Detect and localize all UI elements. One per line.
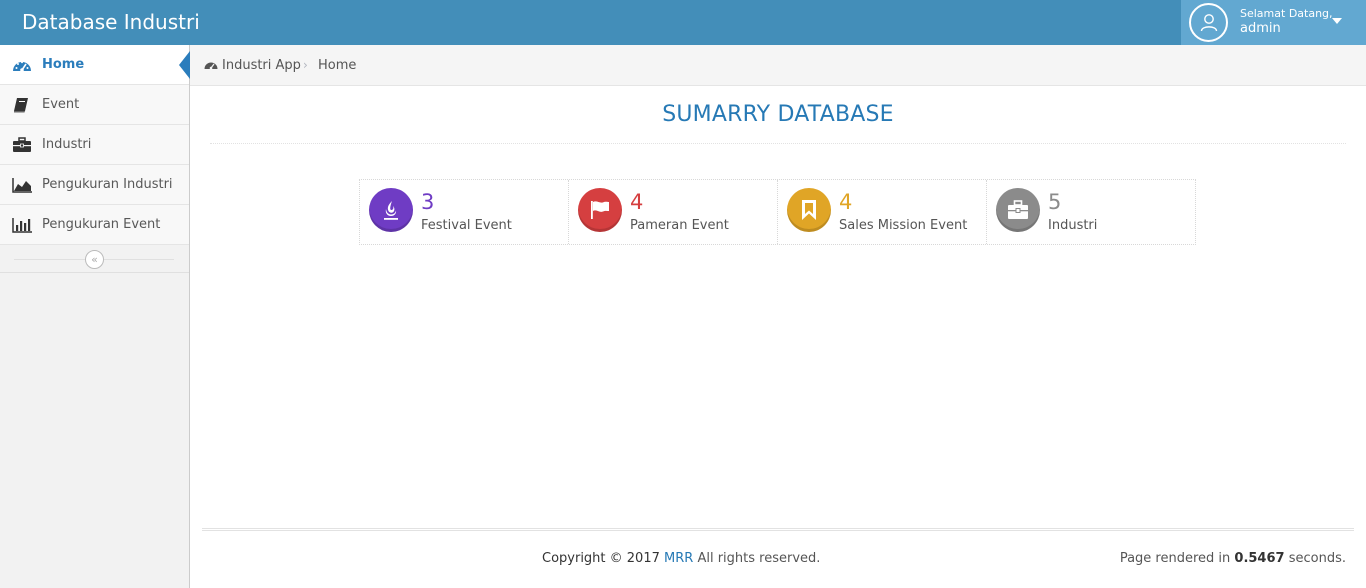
infobox-label: Industri [1048,218,1098,233]
sidebar-item-label: Home [42,57,85,72]
user-avatar-icon [1189,3,1228,42]
infobox-label: Festival Event [421,218,512,233]
infobox-festival-event: 3 Festival Event [360,180,569,244]
briefcase-icon [996,188,1040,232]
breadcrumb-current: Home [318,58,357,73]
sidebar-item-label: Pengukuran Industri [42,177,173,192]
page-title: SUMARRY DATABASE [662,102,894,127]
sidebar-item-label: Industri [42,137,92,152]
welcome-text: Selamat Datang, [1240,7,1333,20]
sidebar-item-pengukuran-event[interactable]: Pengukuran Event [0,205,189,245]
sidebar-item-event[interactable]: Event [0,85,189,125]
briefcase-icon [12,137,32,153]
render-time-value: 0.5467 [1234,551,1285,566]
dashboard-icon [12,57,32,73]
footer-divider [202,528,1354,531]
sidebar: Home Event Industri Pengukuran Industri … [0,45,190,588]
user-menu[interactable]: Selamat Datang, admin [1181,0,1366,45]
render-time-prefix: Page rendered in [1119,551,1231,566]
book-icon [12,97,32,113]
sidebar-item-industri[interactable]: Industri [0,125,189,165]
sidebar-item-home[interactable]: Home [0,45,190,85]
caret-down-icon[interactable] [1332,18,1342,24]
copyright-brand-link[interactable]: MRR [664,551,693,566]
sidebar-item-pengukuran-industri[interactable]: Pengukuran Industri [0,165,189,205]
copyright-suffix: All rights reserved. [697,551,821,566]
infobox-industri: 5 Industri [987,180,1196,244]
render-time-text: Page rendered in 0.5467 seconds. [1120,550,1346,567]
active-indicator [179,51,190,79]
bar-chart-icon [12,217,32,233]
infobox-value: 4 [630,190,644,214]
flag-icon [578,188,622,232]
fire-icon [369,188,413,232]
render-time-suffix: seconds. [1288,551,1346,566]
infobox-label: Pameran Event [630,218,729,233]
sidebar-item-label: Event [42,97,80,112]
breadcrumb-app-link[interactable]: Industri App [222,57,301,74]
area-chart-icon [12,177,32,193]
copyright-prefix: Copyright © 2017 [542,551,660,566]
sidebar-collapse: « [0,246,189,273]
infobox-value: 5 [1048,190,1062,214]
app-brand[interactable]: Database Industri [22,9,200,35]
username: admin [1240,21,1281,36]
copyright-text: Copyright © 2017 MRR All rights reserved… [542,550,820,567]
dashboard-icon [204,59,218,74]
divider [210,143,1346,144]
summary-infoboxes: 3 Festival Event 4 Pameran Event 4 Sales… [359,179,1196,245]
infobox-value: 3 [421,190,435,214]
navbar: Database Industri Selamat Datang, admin [0,0,1366,45]
infobox-label: Sales Mission Event [839,218,968,233]
infobox-value: 4 [839,190,853,214]
infobox-pameran-event: 4 Pameran Event [569,180,778,244]
sidebar-item-label: Pengukuran Event [42,217,161,232]
bookmark-icon [787,188,831,232]
breadcrumb: Industri App › Home [190,45,1366,86]
infobox-sales-mission-event: 4 Sales Mission Event [778,180,987,244]
breadcrumb-separator-icon: › [303,58,308,72]
collapse-sidebar-icon[interactable]: « [85,250,104,269]
